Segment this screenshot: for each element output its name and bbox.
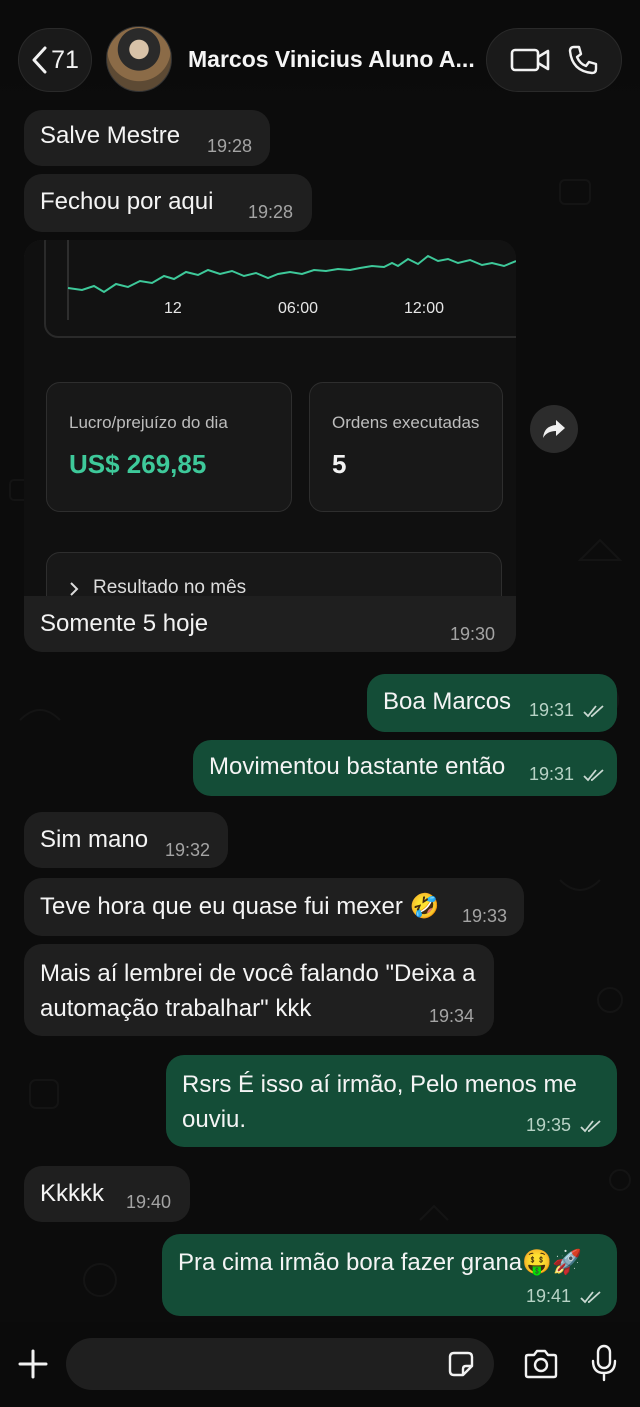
chart-tick-label: 06:00	[278, 300, 319, 317]
chart-tick-label: 12	[164, 300, 182, 317]
orders-card: Ordens executadas 5	[309, 382, 503, 512]
message-text-line: Mais aí lembrei de você falando "Deixa a	[40, 960, 476, 987]
image-message[interactable]: 12 06:00 12:00 Lucro/prejuízo do dia US$…	[24, 240, 516, 652]
read-receipt-icon	[583, 705, 604, 718]
message-text: Pra cima irmão bora fazer grana🤑🚀	[178, 1249, 582, 1276]
message-text: Sim mano	[40, 826, 149, 853]
message-incoming[interactable]: Kkkkk 19:40	[24, 1166, 190, 1222]
profit-value: US$ 269,85	[69, 449, 207, 479]
message-text-line: automação trabalhar" kkk	[40, 995, 312, 1022]
message-time: 19:31	[529, 700, 605, 721]
message-incoming[interactable]: Sim mano 19:32	[24, 812, 228, 868]
read-receipt-icon	[580, 1120, 601, 1133]
message-time: 19:41	[526, 1286, 602, 1307]
profit-label: Lucro/prejuízo do dia	[69, 413, 228, 432]
message-text: Teve hora que eu quase fui mexer 🤣	[40, 893, 440, 920]
message-time: 19:30	[450, 624, 496, 644]
forward-button[interactable]	[530, 405, 578, 453]
message-input[interactable]	[82, 1348, 432, 1380]
message-text: Kkkkk	[40, 1180, 105, 1207]
forward-icon	[543, 420, 565, 438]
message-outgoing[interactable]: Movimentou bastante então 19:31	[193, 740, 617, 796]
chevron-left-icon	[32, 46, 47, 74]
video-call-icon[interactable]	[510, 46, 550, 74]
daily-profit-card: Lucro/prejuízo do dia US$ 269,85	[46, 382, 292, 512]
message-text: Boa Marcos	[383, 688, 512, 715]
month-result-row: Resultado no mês	[46, 552, 502, 596]
shared-screenshot[interactable]: 12 06:00 12:00 Lucro/prejuízo do dia US$…	[24, 240, 516, 596]
phone-call-icon[interactable]	[567, 44, 599, 76]
message-time: 19:40	[126, 1192, 172, 1212]
message-time: 19:35	[526, 1115, 602, 1136]
orders-label: Ordens executadas	[332, 413, 480, 432]
month-result-label: Resultado no mês	[93, 577, 247, 596]
message-text: Fechou por aqui	[40, 188, 214, 215]
message-incoming[interactable]: Mais aí lembrei de você falando "Deixa a…	[24, 944, 494, 1036]
message-caption: Somente 5 hoje	[40, 610, 209, 637]
chat-header: 71 Marcos Vinicius Aluno A...	[0, 0, 640, 108]
message-outgoing[interactable]: Boa Marcos 19:31	[367, 674, 617, 732]
microphone-icon[interactable]	[590, 1344, 618, 1382]
message-incoming[interactable]: Fechou por aqui 19:28	[24, 174, 312, 232]
message-text-line: Rsrs É isso aí irmão, Pelo menos me	[182, 1071, 577, 1098]
message-time: 19:32	[165, 840, 211, 860]
read-receipt-icon	[583, 769, 604, 782]
price-chart: 12 06:00 12:00	[44, 240, 516, 338]
message-time: 19:28	[248, 202, 294, 222]
message-composer	[0, 1322, 640, 1407]
message-outgoing[interactable]: Rsrs É isso aí irmão, Pelo menos me ouvi…	[166, 1055, 617, 1147]
orders-value: 5	[332, 449, 347, 479]
message-time: 19:31	[529, 764, 605, 785]
sticker-icon[interactable]	[446, 1349, 476, 1379]
chevron-right-icon	[70, 582, 79, 596]
back-button[interactable]: 71	[18, 28, 92, 92]
message-text: Movimentou bastante então	[209, 753, 506, 780]
contact-name[interactable]: Marcos Vinicius Aluno A...	[188, 46, 478, 73]
message-text: Salve Mestre	[40, 122, 181, 149]
chart-tick-label: 12:00	[404, 300, 445, 317]
camera-icon[interactable]	[522, 1348, 560, 1380]
message-incoming[interactable]: Teve hora que eu quase fui mexer 🤣 19:33	[24, 878, 524, 936]
message-input-box[interactable]	[66, 1338, 494, 1390]
message-text-line: ouviu.	[182, 1106, 247, 1133]
message-outgoing[interactable]: Pra cima irmão bora fazer grana🤑🚀 19:41	[162, 1234, 617, 1316]
chart-line	[67, 254, 516, 294]
unread-count: 71	[51, 45, 79, 74]
call-actions	[486, 28, 622, 92]
message-time: 19:28	[207, 136, 253, 156]
read-receipt-icon	[580, 1291, 601, 1304]
message-incoming[interactable]: Salve Mestre 19:28	[24, 110, 270, 166]
contact-avatar[interactable]	[106, 26, 172, 92]
plus-icon[interactable]	[17, 1348, 49, 1380]
message-time: 19:33	[462, 906, 508, 926]
message-time: 19:34	[429, 1006, 475, 1026]
